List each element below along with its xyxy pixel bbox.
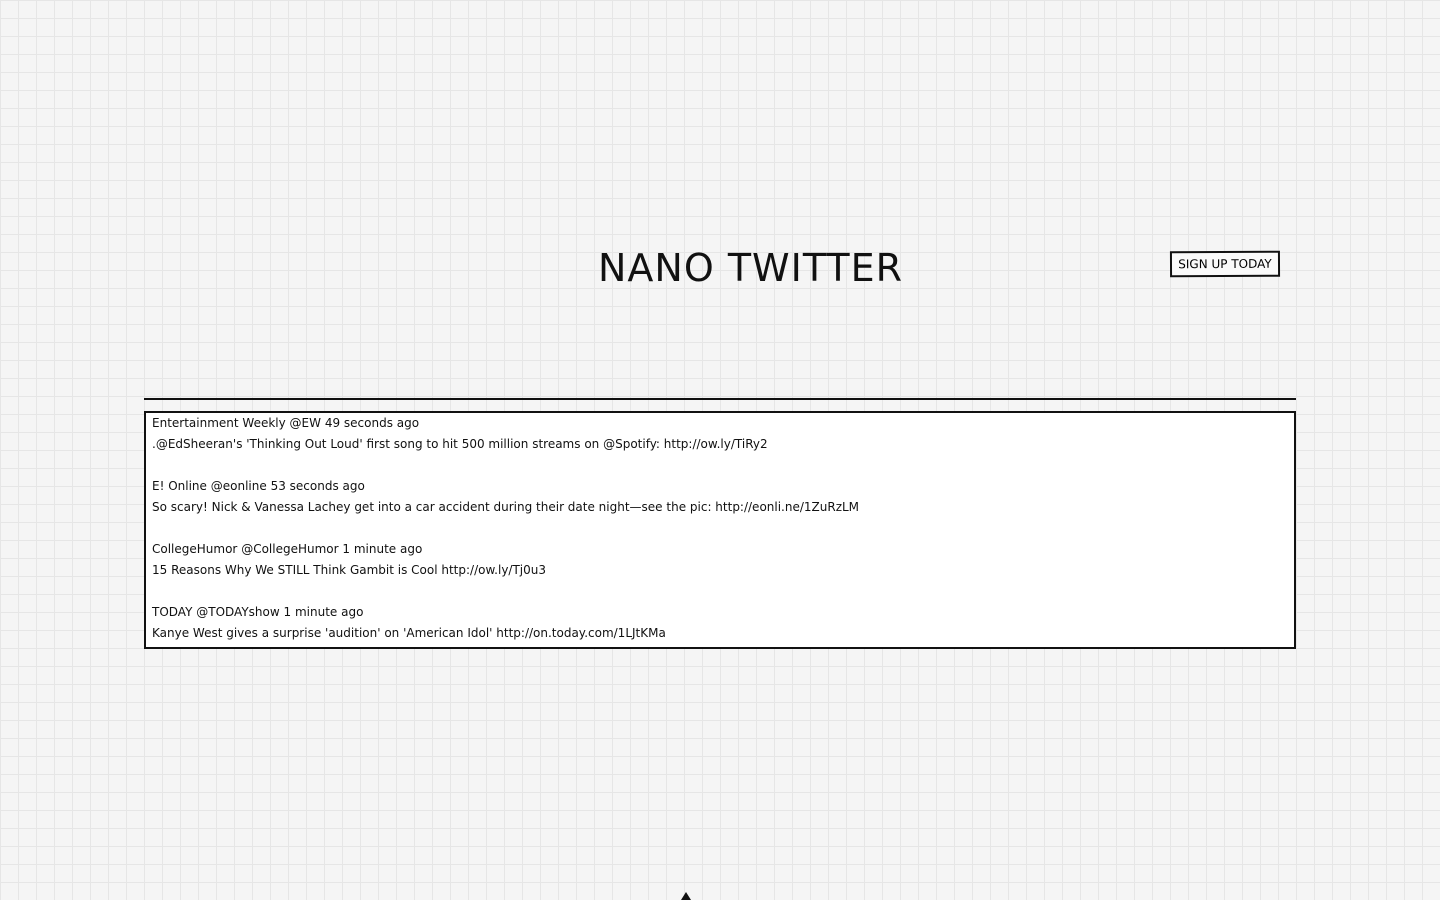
tweet-author-handle[interactable]: @TODAYshow	[196, 605, 279, 619]
tweet-timestamp: 1 minute ago	[283, 605, 364, 619]
tweet-item: Entertainment Weekly @EW 49 seconds ago …	[152, 413, 1282, 455]
tweet-item: TODAY @TODAYshow 1 minute ago Kanye West…	[152, 602, 1282, 644]
page-title: NANO TWITTER	[598, 246, 903, 290]
tweet-author-handle[interactable]: @eonline	[211, 479, 267, 493]
tweet-author-handle[interactable]: @EW	[290, 416, 321, 430]
tweet-feed: Entertainment Weekly @EW 49 seconds ago …	[144, 411, 1296, 649]
header-divider	[144, 398, 1296, 400]
tweet-item: E! Online @eonline 53 seconds ago So sca…	[152, 476, 1282, 518]
tweet-author-name[interactable]: E! Online	[152, 479, 207, 493]
tweet-header: E! Online @eonline 53 seconds ago	[152, 476, 1282, 497]
tweet-header: CollegeHumor @CollegeHumor 1 minute ago	[152, 539, 1282, 560]
tweet-timestamp: 1 minute ago	[342, 542, 423, 556]
tweet-author-name[interactable]: Entertainment Weekly	[152, 416, 286, 430]
tweet-author-name[interactable]: TODAY	[152, 605, 192, 619]
tweet-author-name[interactable]: CollegeHumor	[152, 542, 237, 556]
cursor-icon	[681, 892, 691, 900]
tweet-text: So scary! Nick & Vanessa Lachey get into…	[152, 500, 860, 514]
tweet-text: .@EdSheeran's 'Thinking Out Loud' first …	[152, 437, 768, 451]
tweet-timestamp: 49 seconds ago	[324, 416, 420, 430]
tweet-author-handle[interactable]: @CollegeHumor	[241, 542, 338, 556]
tweet-text: 15 Reasons Why We STILL Think Gambit is …	[152, 563, 547, 577]
tweet-header: Entertainment Weekly @EW 49 seconds ago	[152, 413, 1282, 434]
sign-up-button[interactable]: SIGN UP TODAY	[1169, 250, 1281, 278]
tweet-timestamp: 53 seconds ago	[270, 479, 365, 493]
tweet-header: TODAY @TODAYshow 1 minute ago	[152, 602, 1282, 623]
tweet-text: Kanye West gives a surprise 'audition' o…	[152, 626, 666, 640]
tweet-item: CollegeHumor @CollegeHumor 1 minute ago …	[152, 539, 1282, 581]
